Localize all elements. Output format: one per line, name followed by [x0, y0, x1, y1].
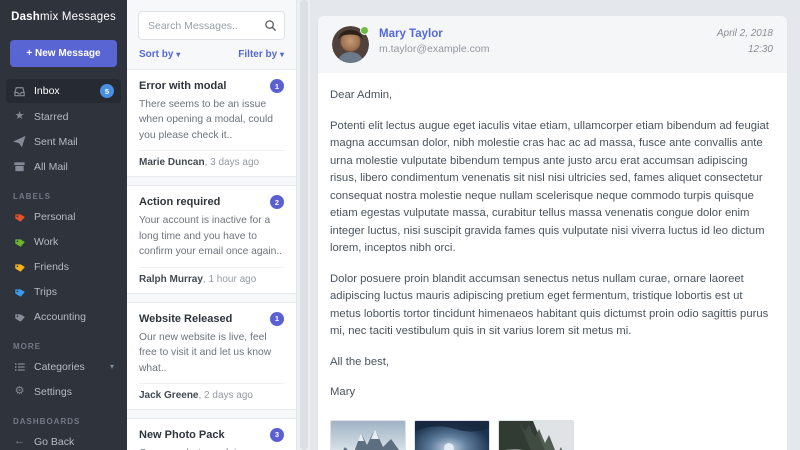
- sidebar-item-label: Starred: [34, 111, 114, 123]
- message-title: Error with modal: [139, 80, 226, 92]
- message-list-item[interactable]: Action required 2 Your account is inacti…: [127, 185, 296, 293]
- message-preview: Your account is inactive for a long time…: [139, 213, 284, 259]
- sidebar-item-settings[interactable]: ⚙ Settings: [6, 380, 121, 403]
- attachment-thumbnail-1b[interactable]: [414, 420, 490, 450]
- sidebar-item-sent-mail[interactable]: Sent Mail: [6, 130, 121, 153]
- attachments-row: [318, 420, 787, 450]
- sidebar-item-work[interactable]: Work: [6, 230, 121, 253]
- sidebar-item-all-mail[interactable]: All Mail: [6, 155, 121, 178]
- tag-icon-personal: [13, 210, 26, 223]
- chevron-down-icon: ▾: [176, 50, 180, 59]
- arrow-left-icon: ←: [13, 435, 26, 448]
- tag-icon-work: [13, 235, 26, 248]
- chevron-down-icon: ▾: [110, 362, 114, 371]
- message-list-item[interactable]: Website Released 1 Our new website is li…: [127, 302, 296, 410]
- sidebar-item-inbox[interactable]: Inbox 5: [6, 79, 121, 103]
- chevron-down-icon: ▾: [280, 50, 284, 59]
- email-paragraph: Potenti elit lectus augue eget iaculis v…: [330, 118, 775, 258]
- send-icon: [13, 135, 26, 148]
- email-card: Mary Taylor m.taylor@example.com April 2…: [318, 16, 787, 450]
- message-list-item[interactable]: Error with modal 1 There seems to be an …: [127, 69, 296, 177]
- unread-count-badge: 1: [270, 312, 284, 326]
- sidebar-item-label: Go Back: [34, 436, 114, 448]
- sidebar-item-trips[interactable]: Trips: [6, 280, 121, 303]
- unread-count-badge: 3: [270, 428, 284, 442]
- sidebar-item-accounting[interactable]: Accounting: [6, 305, 121, 328]
- sidebar-item-label: Sent Mail: [34, 136, 114, 148]
- message-meta: Marie Duncan, 3 days ago: [139, 150, 284, 168]
- unread-count-badge: 1: [270, 79, 284, 93]
- message-title: Action required: [139, 196, 220, 208]
- search-icon[interactable]: [264, 19, 277, 37]
- brand: Dashmix Messages: [0, 0, 127, 34]
- email-closing: All the best,: [330, 354, 775, 372]
- section-labels-title: LABELS: [13, 192, 114, 201]
- sidebar-item-label: Personal: [34, 211, 114, 223]
- sidebar-item-label: Work: [34, 236, 114, 248]
- gear-icon: ⚙: [13, 385, 26, 398]
- message-list-item[interactable]: New Photo Pack 3 Our new photo pack is n…: [127, 418, 296, 450]
- attachment-thumbnail-1a[interactable]: [330, 420, 406, 450]
- attachment-thumbnail-1c[interactable]: [498, 420, 574, 450]
- email-greeting: Dear Admin,: [330, 87, 775, 105]
- message-title: Website Released: [139, 313, 232, 325]
- main-content: Mary Taylor m.taylor@example.com April 2…: [310, 0, 800, 450]
- list-icon: [13, 360, 26, 373]
- brand-rest: mix Messages: [40, 11, 116, 23]
- message-preview: Our new website is live, feel free to vi…: [139, 330, 284, 376]
- sidebar: Dashmix Messages + New Message Inbox 5 ★…: [0, 0, 127, 450]
- brand-bold: Dash: [11, 11, 40, 23]
- message-preview: Our new photo pack is now available to g…: [139, 446, 284, 450]
- message-preview: There seems to be an issue when opening …: [139, 97, 284, 143]
- sidebar-item-personal[interactable]: Personal: [6, 205, 121, 228]
- search-input[interactable]: [138, 11, 285, 40]
- tag-icon-trips: [13, 285, 26, 298]
- sender-name-link[interactable]: Mary Taylor: [379, 28, 489, 40]
- online-status-dot: [360, 26, 369, 35]
- sidebar-item-label: All Mail: [34, 161, 114, 173]
- sidebar-item-go-back[interactable]: ← Go Back: [6, 430, 121, 450]
- tag-icon-accounting: [13, 310, 26, 323]
- sender-email: m.taylor@example.com: [379, 43, 489, 55]
- email-signature: Mary: [330, 384, 775, 402]
- tag-icon-friends: [13, 260, 26, 273]
- sidebar-item-label: Inbox: [34, 85, 92, 97]
- message-title: New Photo Pack: [139, 429, 225, 441]
- message-meta: Ralph Murray, 1 hour ago: [139, 267, 284, 285]
- section-dashboards-title: DASHBOARDS: [13, 417, 114, 426]
- email-body: Dear Admin, Potenti elit lectus augue eg…: [318, 73, 787, 420]
- email-header: Mary Taylor m.taylor@example.com April 2…: [318, 16, 787, 73]
- sidebar-item-starred[interactable]: ★ Starred: [6, 105, 121, 128]
- inbox-icon: [13, 85, 26, 98]
- sidebar-item-label: Friends: [34, 261, 114, 273]
- sidebar-item-label: Settings: [34, 386, 114, 398]
- archive-icon: [13, 160, 26, 173]
- sidebar-item-label: Categories: [34, 361, 102, 373]
- star-icon: ★: [13, 110, 26, 123]
- inbox-count-badge: 5: [100, 84, 114, 98]
- email-time: 12:30: [717, 42, 773, 58]
- sidebar-item-label: Accounting: [34, 311, 114, 323]
- sort-by-dropdown[interactable]: Sort by ▾: [139, 49, 180, 60]
- message-meta: Jack Greene, 2 days ago: [139, 383, 284, 401]
- avatar[interactable]: [332, 26, 369, 63]
- filter-by-dropdown[interactable]: Filter by ▾: [238, 49, 284, 60]
- section-more-title: MORE: [13, 342, 114, 351]
- sidebar-item-friends[interactable]: Friends: [6, 255, 121, 278]
- messages-scrollbar[interactable]: [296, 0, 310, 450]
- sidebar-item-label: Trips: [34, 286, 114, 298]
- unread-count-badge: 2: [270, 195, 284, 209]
- messages-panel: Sort by ▾ Filter by ▾ Error with modal 1…: [127, 0, 310, 450]
- app-window: Dashmix Messages + New Message Inbox 5 ★…: [0, 0, 800, 450]
- email-date: April 2, 2018: [717, 26, 773, 42]
- sidebar-item-categories[interactable]: Categories ▾: [6, 355, 121, 378]
- email-paragraph: Dolor posuere proin blandit accumsan sen…: [330, 271, 775, 341]
- new-message-button[interactable]: + New Message: [10, 40, 117, 67]
